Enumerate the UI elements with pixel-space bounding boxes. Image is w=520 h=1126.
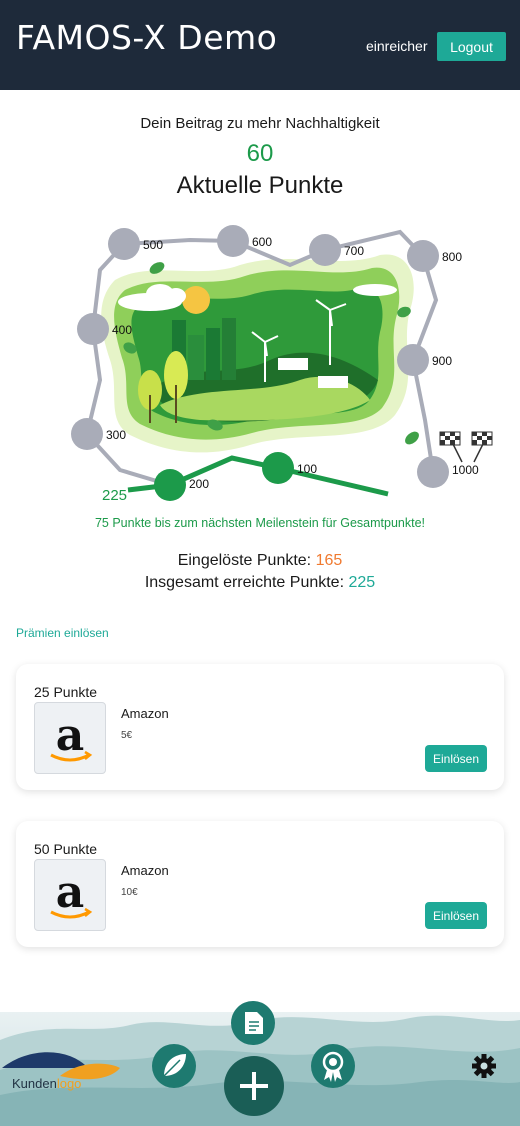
amazon-logo-letter: a — [56, 867, 85, 918]
settings-button[interactable] — [472, 1054, 496, 1078]
finish-flag-icon — [439, 431, 493, 463]
milestone-label-800: 800 — [442, 250, 462, 264]
page-subtitle: Dein Beitrag zu mehr Nachhaltigkeit — [140, 115, 380, 132]
milestone-node-100 — [262, 452, 294, 484]
milestone-node-1000 — [417, 456, 449, 488]
total-points-value: 225 — [348, 574, 376, 591]
milestone-label-1000: 1000 — [452, 463, 479, 477]
customer-logo-prefix: Kunden — [12, 1076, 57, 1091]
redeem-button[interactable]: Einlösen — [425, 745, 487, 772]
reward-points: 50 Punkte — [34, 841, 98, 857]
total-points-label: Insgesamt erreichte Punkte: — [144, 574, 345, 591]
milestone-node-800 — [407, 240, 439, 272]
milestone-node-500 — [108, 228, 140, 260]
milestone-node-200 — [154, 469, 186, 501]
customer-logo: Kundenlogo — [12, 1076, 81, 1091]
milestone-node-600 — [217, 225, 249, 257]
gear-icon — [472, 1054, 496, 1078]
points-roadmap: 100 200 300 400 500 600 700 800 900 1000 225 — [71, 225, 493, 504]
milestone-label-100: 100 — [297, 462, 317, 476]
user-name: einreicher — [366, 38, 428, 54]
redeemed-points-label: Eingelöste Punkte: — [177, 552, 312, 569]
nav-add-button[interactable] — [224, 1056, 284, 1116]
app-header: FAMOS-X Demo einreicher Logout — [0, 0, 520, 90]
landscape-illustration — [101, 254, 419, 453]
milestone-label-900: 900 — [432, 354, 452, 368]
milestone-label-600: 600 — [252, 235, 272, 249]
milestone-label-300: 300 — [106, 428, 126, 442]
current-points-value: 60 — [246, 140, 274, 167]
reward-card: 50 Punkte a Amazon 10€ Einlösen — [16, 821, 504, 947]
milestone-message: 75 Punkte bis zum nächsten Meilenstein f… — [94, 516, 426, 530]
amazon-logo: a — [34, 702, 106, 774]
redeemed-points-value: 165 — [315, 552, 343, 569]
milestone-label-500: 500 — [143, 238, 163, 252]
total-points: Insgesamt erreichte Punkte: 225 — [0, 574, 520, 592]
milestone-node-900 — [397, 344, 429, 376]
reward-card: 25 Punkte a Amazon 5€ Einlösen — [16, 664, 504, 790]
reward-value: 5€ — [121, 730, 133, 741]
nav-document-button[interactable] — [231, 1001, 275, 1045]
reward-name: Amazon — [121, 863, 169, 878]
milestone-node-300 — [71, 418, 103, 450]
rewards-section-title: Prämien einlösen — [16, 626, 109, 640]
logout-button[interactable]: Logout — [437, 32, 506, 61]
nav-leaf-button[interactable] — [152, 1044, 196, 1088]
milestone-label-700: 700 — [344, 244, 364, 258]
reward-points: 25 Punkte — [34, 684, 98, 700]
document-icon — [245, 1012, 263, 1034]
milestone-node-400 — [77, 313, 109, 345]
amazon-logo: a — [34, 859, 106, 931]
bottom-navigation — [0, 1001, 520, 1126]
redeem-button[interactable]: Einlösen — [425, 902, 487, 929]
reward-value: 10€ — [121, 887, 138, 898]
milestone-label-400: 400 — [112, 323, 132, 337]
app-title: FAMOS-X Demo — [16, 18, 278, 57]
milestone-node-700 — [309, 234, 341, 266]
redeemed-points: Eingelöste Punkte: 165 — [0, 552, 520, 570]
current-points-label: Aktuelle Punkte — [176, 172, 344, 199]
reward-name: Amazon — [121, 706, 169, 721]
nav-award-button[interactable] — [311, 1044, 355, 1088]
milestone-label-200: 200 — [189, 477, 209, 491]
amazon-logo-letter: a — [56, 710, 85, 761]
current-marker-label: 225 — [102, 487, 127, 504]
customer-logo-suffix: logo — [56, 1076, 82, 1091]
